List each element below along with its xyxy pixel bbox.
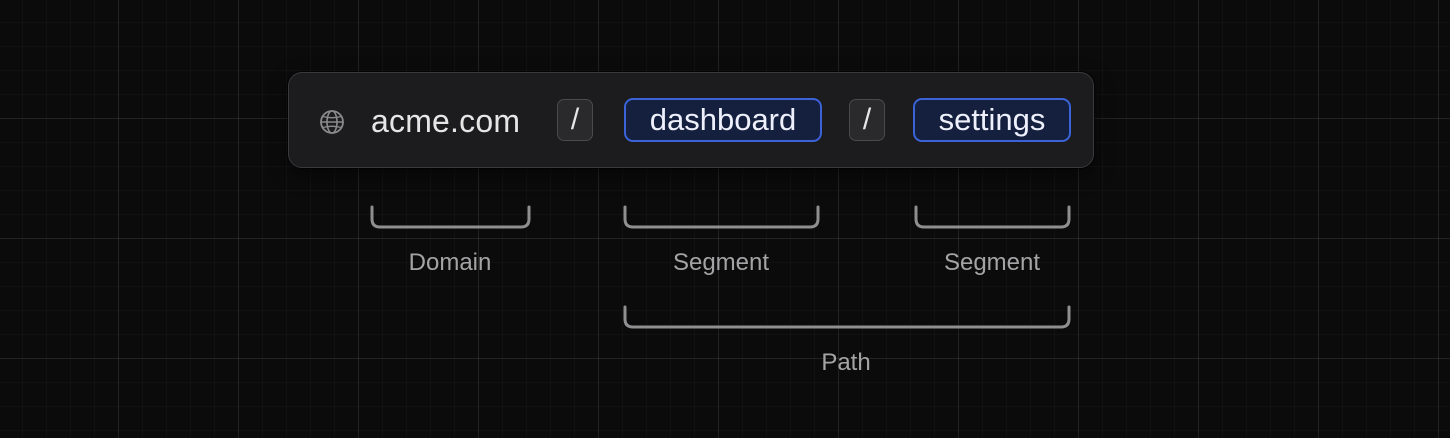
segment-bracket-settings	[914, 205, 1071, 229]
path-label: Path	[821, 349, 871, 376]
path-bracket	[623, 305, 1071, 329]
segment-label-settings: Segment	[943, 249, 1041, 276]
domain-bracket	[370, 205, 531, 229]
segment-label-dashboard: Segment	[672, 249, 770, 276]
diagram-canvas: acme.com / dashboard / settings Domain S…	[0, 0, 1450, 438]
annotation-brackets	[370, 205, 1071, 329]
segment-bracket-dashboard	[623, 205, 820, 229]
domain-label: Domain	[408, 249, 492, 276]
